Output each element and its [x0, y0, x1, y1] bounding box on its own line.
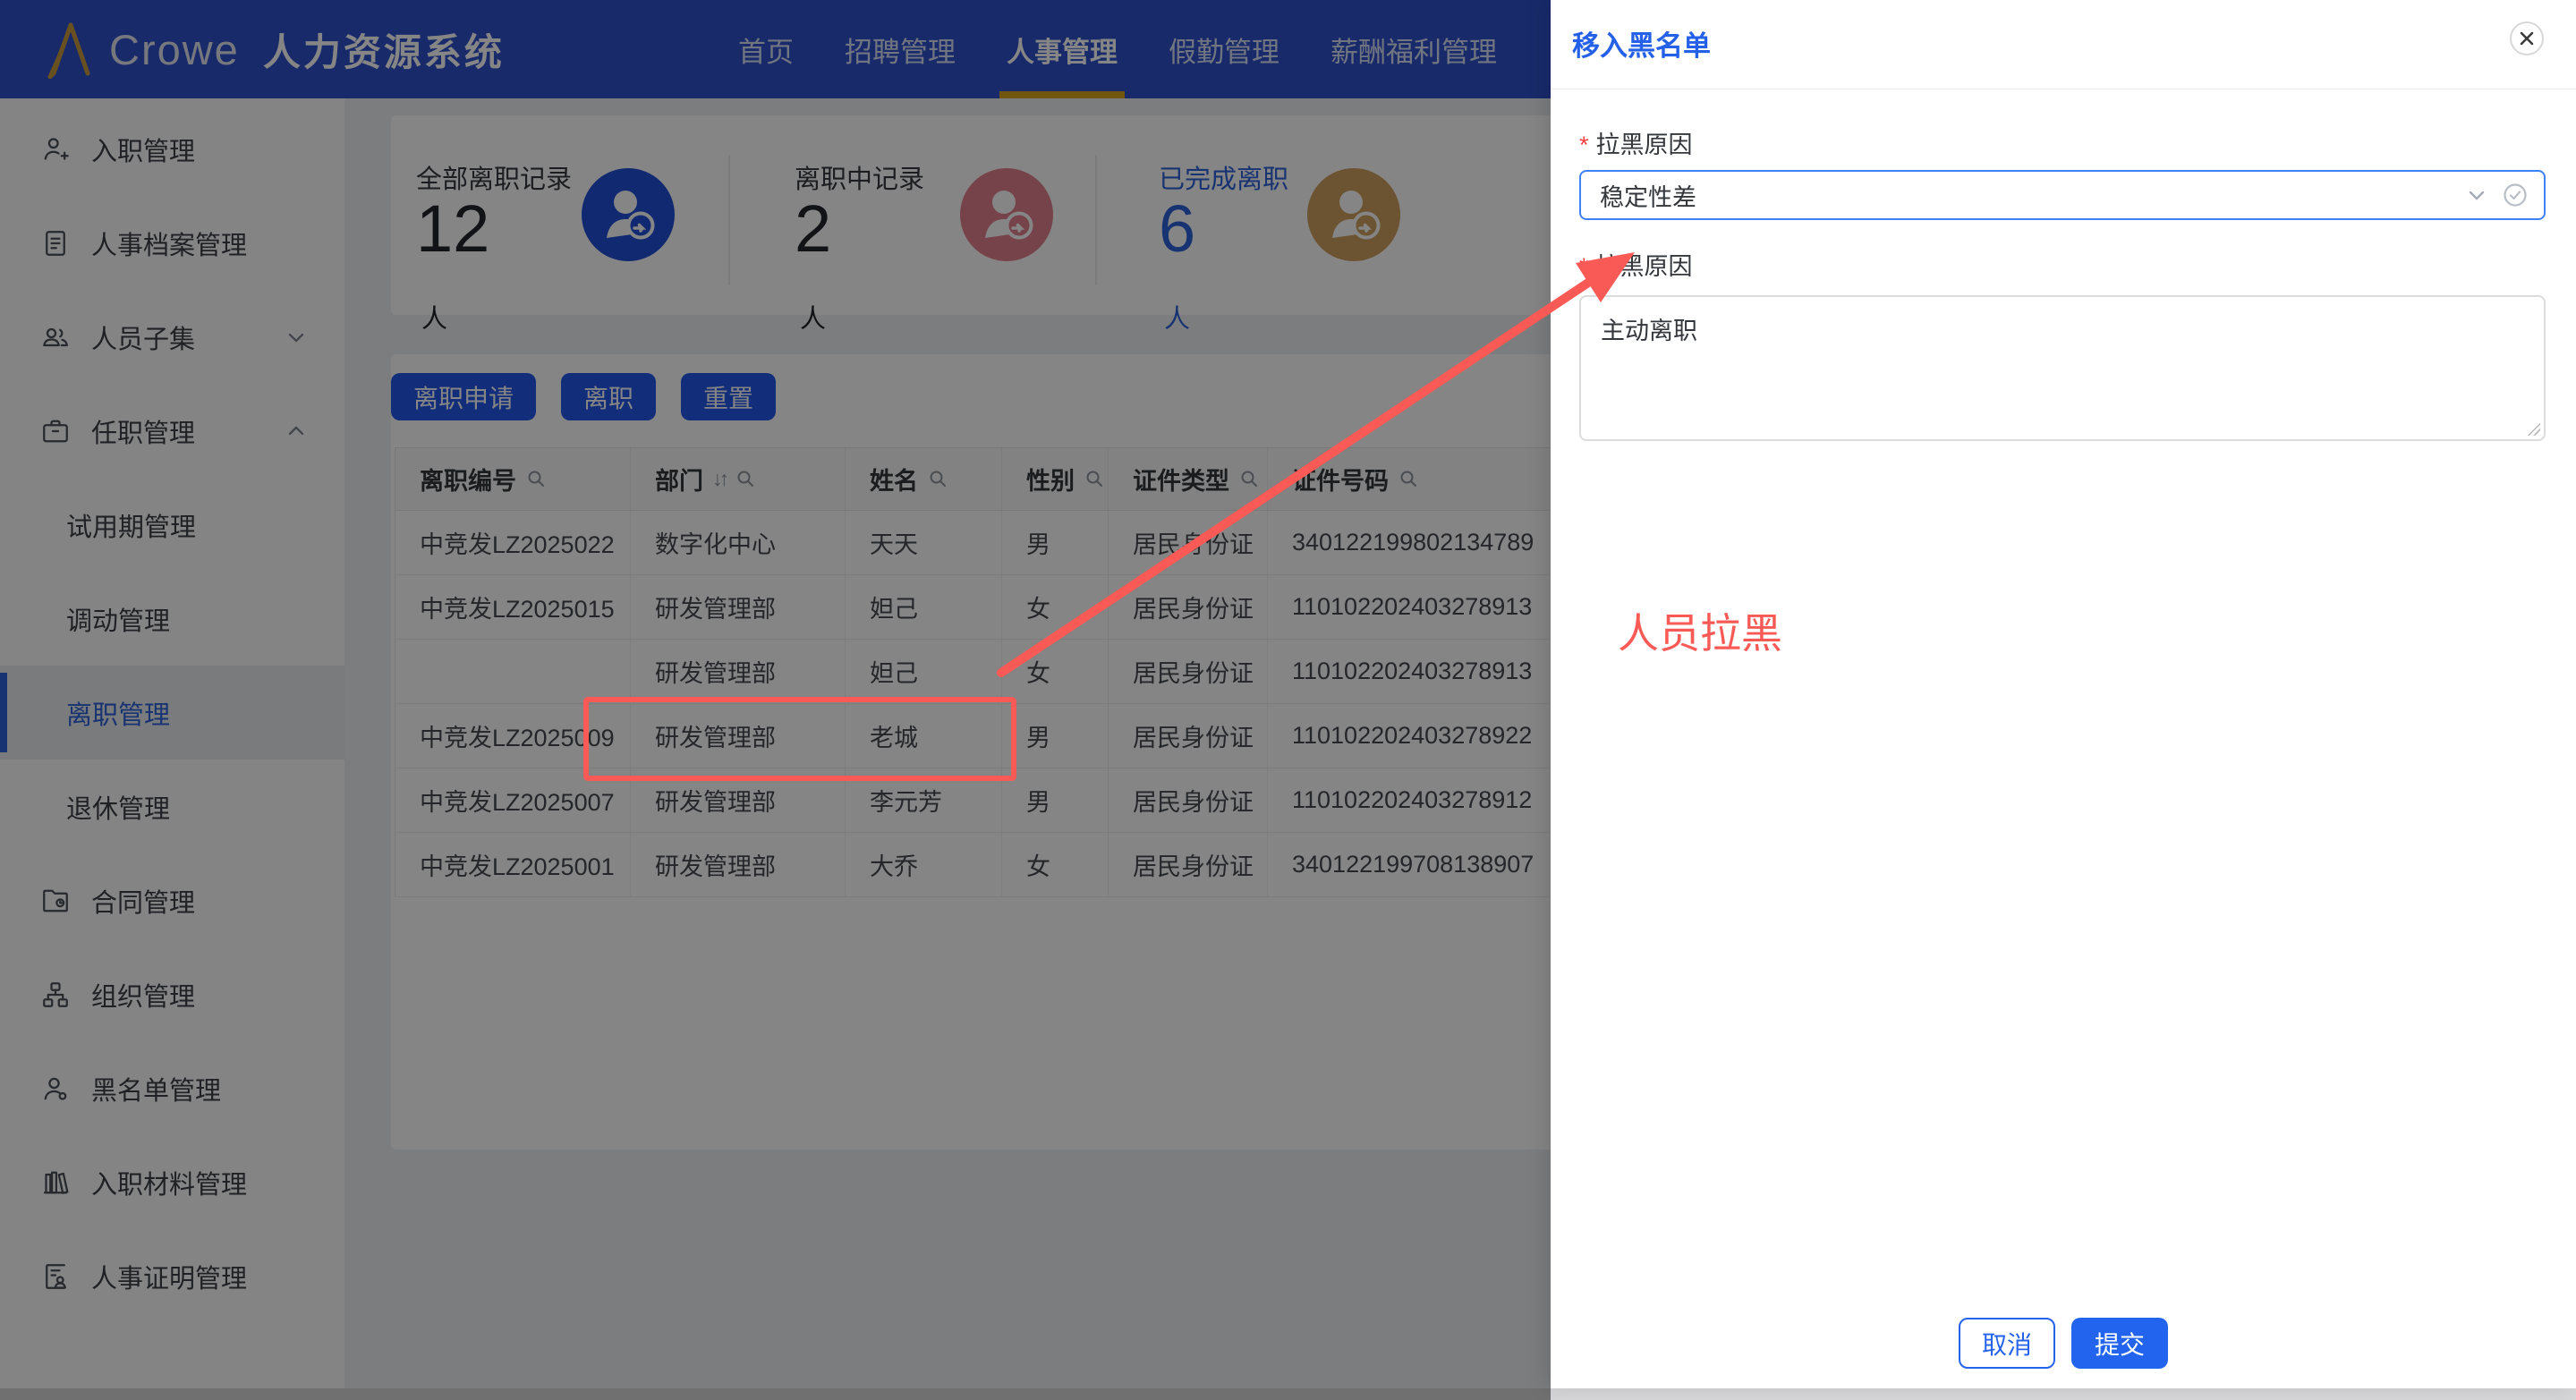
drawer-footer: 取消 提交: [1551, 1318, 2576, 1369]
submit-button[interactable]: 提交: [2071, 1318, 2168, 1369]
required-asterisk: *: [1579, 132, 1589, 158]
textarea-value: 主动离职: [1601, 318, 1697, 344]
blacklist-drawer: 移入黑名单 * 拉黑原因 稳定性差 * 拉黑原因 主动离职 取消 提交: [1551, 0, 2576, 1388]
blacklist-reason-textarea[interactable]: 主动离职: [1579, 295, 2546, 441]
blacklist-reason-text-label: * 拉黑原因: [1579, 253, 1693, 280]
required-asterisk: *: [1579, 253, 1589, 280]
check-circle-icon: [2503, 182, 2528, 208]
resize-handle[interactable]: [2526, 421, 2540, 436]
select-value: 稳定性差: [1600, 183, 1696, 211]
close-icon[interactable]: [2510, 21, 2544, 55]
drawer-title: 移入黑名单: [1572, 30, 1711, 62]
app-viewport: Crowe 人力资源系统 首页 招聘管理 人事管理 假勤管理 薪酬福利管理 入职管理 人事…: [0, 0, 2576, 1400]
drawer-mask[interactable]: [0, 0, 1551, 1400]
blacklist-reason-select-label: * 拉黑原因: [1579, 132, 1693, 158]
chevron-down-icon: [2465, 183, 2488, 207]
drawer-header: 移入黑名单: [1551, 0, 2576, 89]
cancel-button[interactable]: 取消: [1959, 1318, 2055, 1369]
blacklist-reason-select[interactable]: 稳定性差: [1579, 170, 2546, 220]
